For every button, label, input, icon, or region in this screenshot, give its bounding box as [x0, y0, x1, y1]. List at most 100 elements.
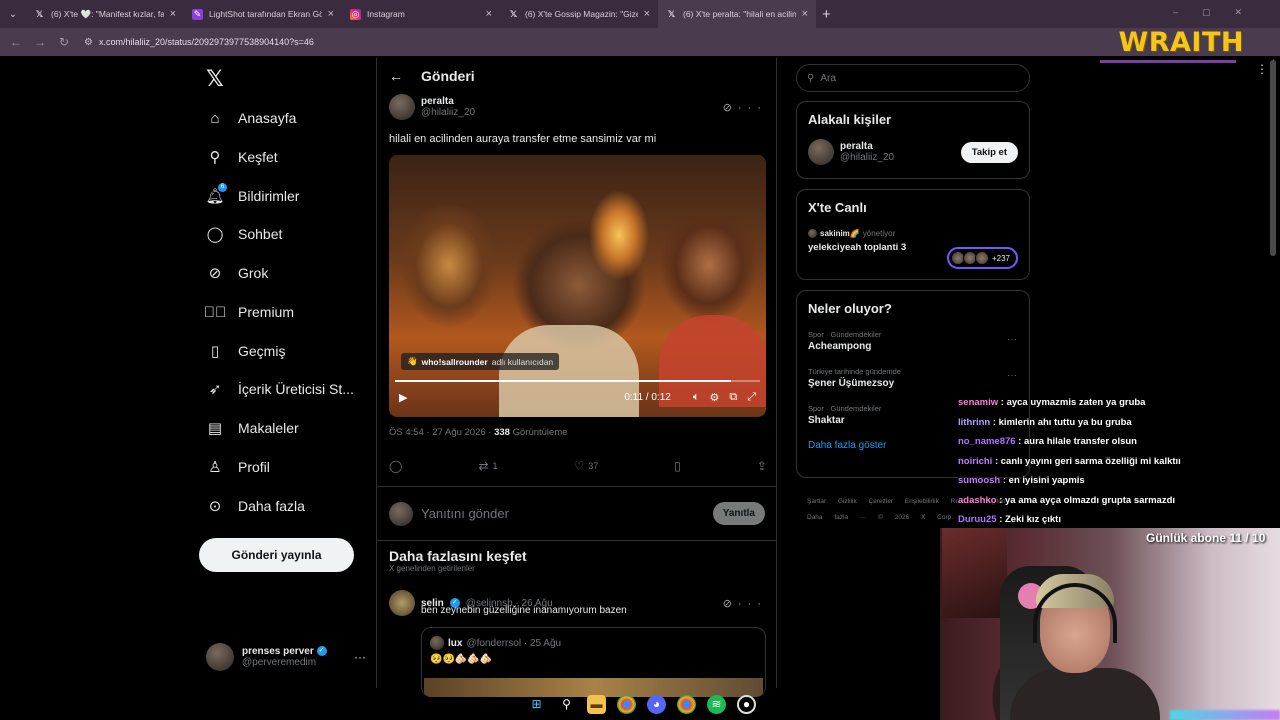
more-options-icon[interactable]: ···	[738, 102, 767, 114]
trend-item[interactable]: Türkiye tarihinde gündemde Şener Üşümezs…	[797, 352, 1029, 389]
avatar[interactable]	[389, 94, 415, 120]
quoted-tweet[interactable]: lux @fonderrsol · 25 Ağu 🥺🥺🫵🏻🫵🏻🫵🏻	[421, 627, 766, 697]
scrollbar-thumb[interactable]	[1270, 60, 1276, 256]
grok-icon[interactable]: ⊘	[723, 102, 738, 114]
play-icon[interactable]: ▶	[399, 391, 407, 404]
live-listeners-pill[interactable]: +237	[946, 247, 1018, 269]
sidebar-item-grok[interactable]: ⊘ Grok	[206, 261, 269, 285]
volume-icon[interactable]: 🔈︎	[693, 391, 700, 404]
avatar[interactable]	[389, 590, 415, 616]
reply-submit-button[interactable]: Yanıtla	[712, 502, 765, 525]
video-controls: ▶ 0:11 / 0:12 🔈︎ ⚙ ⧉ ⤢	[399, 391, 756, 404]
site-settings-icon[interactable]: ⚙	[84, 37, 93, 48]
attribution-user: who!sallrounder	[421, 356, 488, 367]
windows-start-icon[interactable]: ⊞	[527, 695, 546, 714]
tweet-timestamp[interactable]: ÖS 4:54 · 27 Ağu 2026 ·	[389, 427, 494, 438]
video-progress-bar[interactable]	[395, 380, 760, 382]
file-explorer-icon[interactable]: ▬	[587, 694, 606, 714]
close-tab-icon[interactable]: ×	[644, 8, 650, 20]
premium-icon: ✓⃝	[203, 303, 227, 321]
sidebar-item-articles[interactable]: ▤ Makaleler	[206, 416, 299, 440]
wall-poster	[942, 528, 1007, 618]
x-icon: 𝕏	[509, 8, 518, 19]
chrome-icon[interactable]	[617, 694, 636, 714]
more-options-icon[interactable]: ···	[1007, 334, 1017, 345]
person-icon: ♙	[208, 459, 222, 476]
forward-arrow-icon[interactable]: →	[28, 35, 52, 49]
search-icon[interactable]: ⚲	[557, 695, 576, 714]
related-name[interactable]: peralta	[840, 141, 894, 152]
close-tab-icon[interactable]: ×	[802, 8, 808, 20]
close-tab-icon[interactable]: ×	[486, 8, 492, 20]
author-handle[interactable]: @hilaliiz_20	[421, 107, 475, 118]
retweet-button[interactable]: ⇄ 1	[478, 457, 497, 475]
chrome-icon[interactable]	[677, 694, 696, 714]
sidebar-item-explore[interactable]: ⚲ Keşfet	[206, 145, 278, 169]
new-tab-button[interactable]: +	[822, 6, 831, 23]
browser-tab-active[interactable]: 𝕏 (6) X'te peralta: "hilali en acilind ×	[658, 0, 816, 28]
browser-tab[interactable]: ✎ LightShot tarafından Ekran Gör ×	[184, 0, 342, 28]
tab-title: (6) X'te 🤍: "Manifest kızlar, fan	[51, 8, 164, 19]
browser-tab[interactable]: 𝕏 (6) X'te 🤍: "Manifest kızlar, fan ×	[26, 0, 184, 28]
chat-message: no_name876 : aura hilale transfer olsun	[958, 436, 1278, 456]
trend-item[interactable]: Spor · Gündemdekiler Acheampong ···	[797, 316, 1029, 352]
search-icon: ⚲	[209, 149, 221, 166]
like-button[interactable]: ♡ 37	[574, 457, 599, 475]
window-controls[interactable]: –▢✕	[1173, 7, 1266, 18]
reply-button[interactable]: ◯	[389, 457, 402, 475]
bookmark-button[interactable]: ▯	[674, 457, 681, 475]
more-options-icon[interactable]: ···	[1007, 370, 1017, 381]
fullscreen-icon[interactable]: ⤢	[747, 391, 756, 404]
author-name[interactable]: peralta	[421, 96, 475, 107]
browser-menu-icon[interactable]: ⋮	[1256, 62, 1268, 76]
related-handle[interactable]: @hilaliiz_20	[840, 152, 894, 163]
sidebar-item-profile[interactable]: ♙ Profil	[206, 455, 270, 479]
tab-list-button[interactable]: ⌄	[0, 0, 26, 28]
sidebar-item-chat[interactable]: ◯ Sohbet	[206, 222, 283, 246]
close-tab-icon[interactable]: ×	[170, 8, 176, 20]
sidebar-item-home[interactable]: ⌂ Anasayfa	[206, 106, 296, 130]
sidebar-item-creator-studio[interactable]: ➶ İçerik Üreticisi St...	[206, 377, 354, 401]
chat-text: : en iyisini yapmis	[1002, 475, 1085, 486]
settings-icon[interactable]: ⚙	[709, 391, 719, 404]
video-player[interactable]: 👋 who!sallrounder adlı kullanıcıdan ▶ 0:…	[389, 155, 766, 417]
more-options-icon[interactable]: ···	[354, 650, 366, 664]
pip-icon[interactable]: ⧉	[729, 391, 737, 404]
card-title: Alakalı kişiler	[808, 112, 892, 127]
sidebar-item-notifications[interactable]: 🔔︎ 6 Bildirimler	[205, 183, 299, 208]
instagram-icon: ◎	[350, 8, 361, 20]
reply-input[interactable]: Yanıtını gönder	[421, 506, 509, 521]
grok-icon[interactable]: ⊘	[723, 598, 738, 610]
share-button[interactable]: ⇪	[757, 457, 767, 475]
video-attribution[interactable]: 👋 who!sallrounder adlı kullanıcıdan	[401, 353, 560, 370]
close-tab-icon[interactable]: ×	[328, 8, 334, 20]
url-text[interactable]: x.com/hilaliiz_20/status/209297397753890…	[99, 37, 314, 47]
avatar[interactable]	[808, 139, 834, 165]
more-options-icon[interactable]: ···	[738, 598, 767, 610]
live-card[interactable]: X'te Canlı sakinim🌈 yönetiyor yelekciyea…	[796, 189, 1030, 280]
sidebar-item-premium[interactable]: ✓⃝ Premium	[203, 300, 294, 324]
sidebar-item-more[interactable]: ⊙ Daha fazla	[206, 494, 305, 518]
obs-icon[interactable]: ●	[737, 694, 756, 714]
chat-message: lithrinn : kimlerin ahı tuttu ya bu grub…	[958, 417, 1278, 437]
follow-button[interactable]: Takip et	[960, 141, 1018, 163]
search-input[interactable]: ⚲ Ara	[796, 64, 1030, 92]
tab-title: Instagram	[367, 9, 405, 19]
tab-title: (6) X'te Gossip Magazin: "Gizem	[525, 9, 638, 19]
discord-icon[interactable]: ◕	[647, 694, 666, 714]
account-switcher[interactable]: prenses perver ✓ @perveremedim ···	[206, 643, 366, 671]
back-arrow-icon[interactable]: ←	[389, 68, 403, 84]
back-arrow-icon[interactable]: ←	[4, 35, 28, 49]
post-button[interactable]: Gönderi yayınla	[199, 538, 354, 572]
tweet-card[interactable]: selin ✓ @selinnsb · 26 Ağu ⊘··· ben zeyn…	[389, 590, 767, 697]
chat-message: adashko : ya ama ayça olmazdı grupta sar…	[958, 495, 1278, 515]
like-count: 37	[588, 461, 599, 471]
sidebar-item-bookmarks[interactable]: ▯ Geçmiş	[206, 339, 286, 363]
card-title: Neler oluyor?	[808, 301, 892, 316]
section-title: Daha fazlasını keşfet	[389, 548, 527, 564]
browser-tab[interactable]: ◎ Instagram ×	[342, 0, 500, 28]
browser-tab[interactable]: 𝕏 (6) X'te Gossip Magazin: "Gizem ×	[500, 0, 658, 28]
spotify-icon[interactable]: ≋	[707, 694, 726, 714]
x-logo-icon[interactable]: 𝕏	[206, 66, 224, 92]
reload-icon[interactable]: ↻	[52, 35, 76, 49]
